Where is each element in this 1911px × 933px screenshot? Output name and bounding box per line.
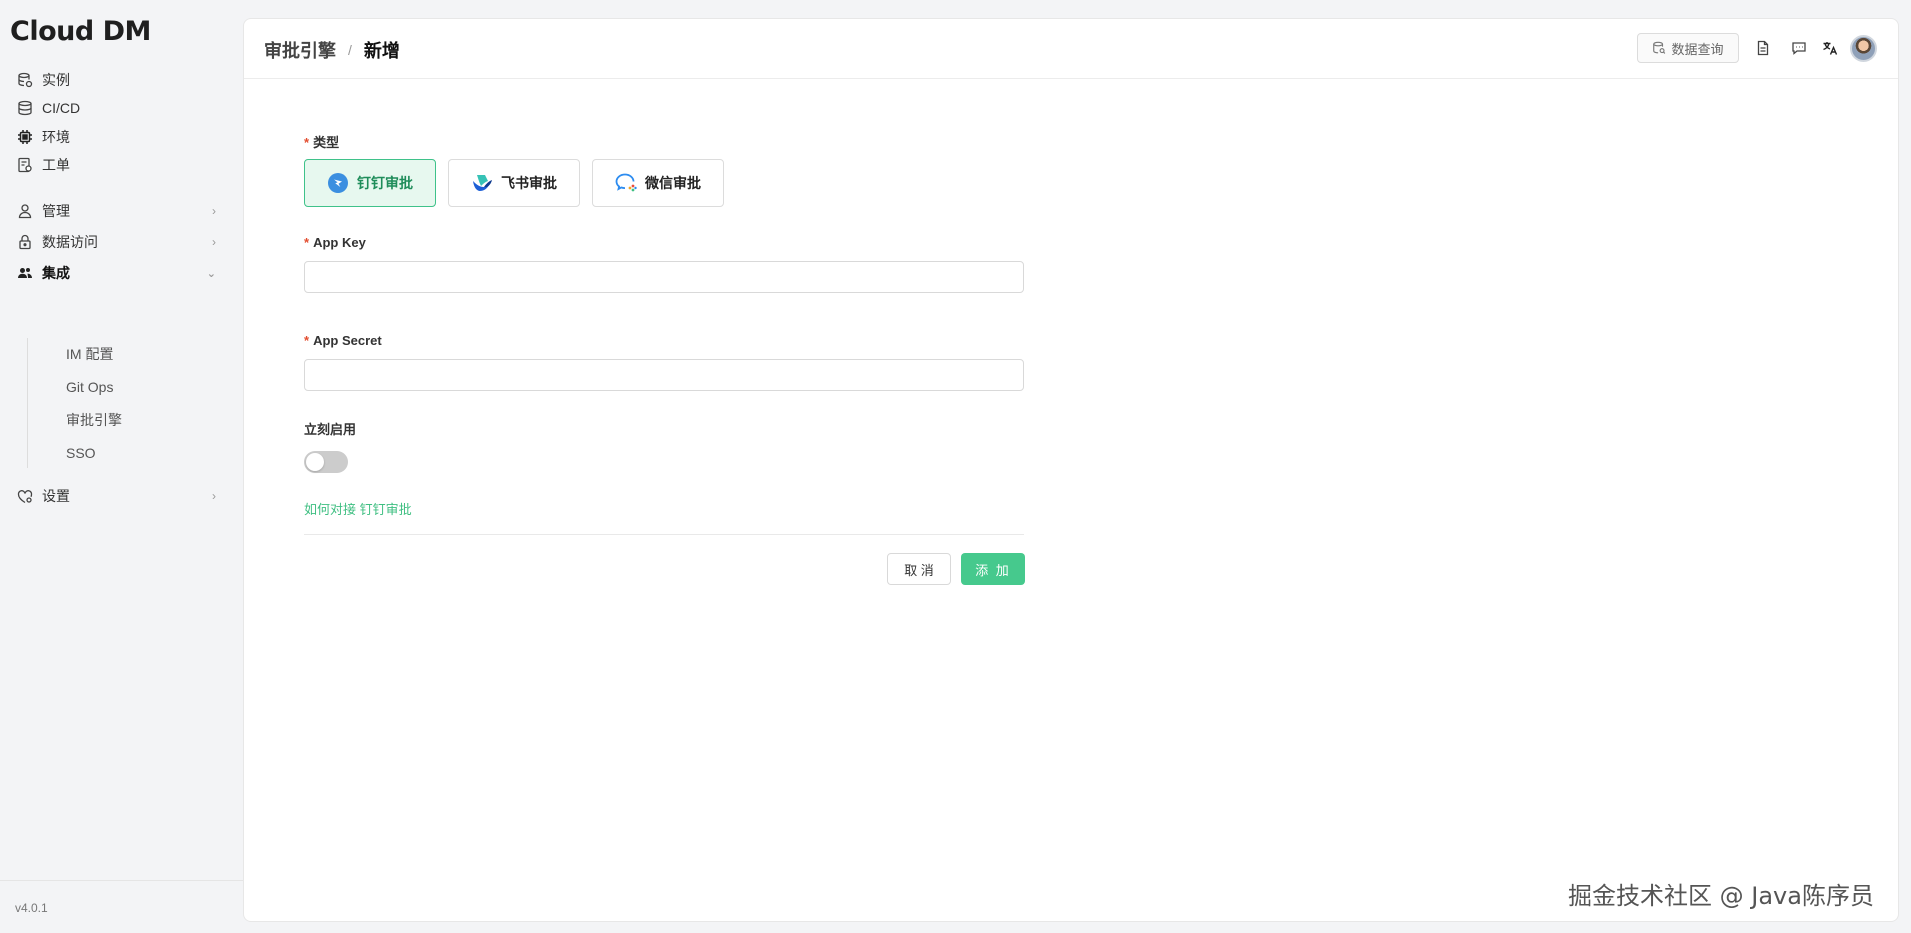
sidebar-item-integration[interactable]: 集成 ⌄: [16, 259, 216, 287]
sidebar-item-label: 数据访问: [42, 234, 98, 250]
type-option-label: 飞书审批: [501, 175, 557, 191]
type-option-feishu[interactable]: 飞书审批: [448, 159, 580, 207]
submenu-item-approval-engine[interactable]: 审批引擎: [66, 409, 122, 431]
cancel-button[interactable]: 取 消: [887, 553, 951, 585]
main-panel: 审批引擎 / 新增 数据查询 * 类型 钉钉审批 飞书审批 微信审批 * App…: [243, 18, 1899, 922]
wechat-work-icon: [615, 172, 637, 194]
sidebar: Cloud DM 实例 CI/CD 环境 工单 管理 › 数据访问 › 集成 ⌄…: [0, 0, 243, 933]
data-query-label: 数据查询: [1671, 41, 1724, 57]
dingtalk-icon: [327, 172, 349, 194]
user-icon: [16, 202, 34, 220]
users-icon: [16, 264, 34, 282]
sidebar-item-cicd[interactable]: CI/CD: [16, 94, 216, 122]
sidebar-item-data-access[interactable]: 数据访问 ›: [16, 228, 216, 256]
type-option-label: 钉钉审批: [357, 175, 413, 191]
sidebar-item-label: CI/CD: [42, 100, 81, 116]
sidebar-item-label: 环境: [42, 129, 70, 145]
sidebar-item-label: 设置: [42, 488, 70, 504]
chevron-right-icon: ›: [212, 235, 216, 249]
database-search-icon: [1653, 41, 1666, 54]
integration-help-link[interactable]: 如何对接 钉钉审批: [304, 499, 412, 518]
user-avatar[interactable]: [1850, 35, 1877, 62]
type-option-wechat[interactable]: 微信审批: [592, 159, 724, 207]
app-secret-label: * App Secret: [304, 333, 382, 348]
breadcrumb-parent[interactable]: 审批引擎: [264, 37, 336, 63]
document-icon[interactable]: [1754, 39, 1772, 57]
data-query-button[interactable]: 数据查询: [1637, 33, 1739, 63]
page-title: 新增: [363, 41, 400, 61]
message-icon[interactable]: [1790, 39, 1808, 57]
feishu-icon: [471, 172, 493, 194]
sidebar-item-label: 工单: [42, 157, 70, 173]
sidebar-divider: [0, 880, 243, 881]
form-divider: [304, 534, 1024, 535]
watermark: 掘金技术社区 @ Java陈序员: [1568, 882, 1874, 910]
sidebar-item-settings[interactable]: 设置 ›: [16, 482, 216, 510]
enable-now-toggle[interactable]: [304, 451, 348, 473]
sidebar-item-label: 管理: [42, 203, 70, 219]
settings-icon: [16, 487, 34, 505]
ticket-icon: [16, 156, 34, 174]
app-logo: Cloud DM: [10, 16, 151, 47]
breadcrumb-separator: /: [348, 42, 352, 58]
sidebar-item-environment[interactable]: 环境: [16, 123, 216, 151]
chip-icon: [16, 128, 34, 146]
integration-submenu: [27, 338, 217, 468]
translate-icon[interactable]: [1821, 39, 1839, 57]
type-option-label: 微信审批: [645, 175, 701, 191]
database-stack-icon: [16, 71, 34, 89]
chevron-down-icon: ⌄: [206, 267, 216, 280]
app-key-input[interactable]: [304, 261, 1024, 293]
sidebar-item-label: 集成: [42, 265, 70, 281]
app-key-label: * App Key: [304, 235, 366, 250]
submenu-item-sso[interactable]: SSO: [66, 442, 96, 464]
add-button[interactable]: 添 加: [961, 553, 1025, 585]
app-secret-input[interactable]: [304, 359, 1024, 391]
sidebar-item-label: 实例: [42, 72, 70, 88]
sidebar-item-management[interactable]: 管理 ›: [16, 197, 216, 225]
type-label: * 类型: [304, 135, 340, 150]
database-icon: [16, 99, 34, 117]
submenu-item-im-config[interactable]: IM 配置: [66, 343, 113, 365]
lock-icon: [16, 233, 34, 251]
enable-now-label: 立刻启用: [304, 422, 357, 437]
version-label: v4.0.1: [15, 901, 48, 915]
breadcrumb: 审批引擎 / 新增: [264, 37, 400, 63]
sidebar-item-instances[interactable]: 实例: [16, 66, 216, 94]
chevron-right-icon: ›: [212, 489, 216, 503]
toggle-knob: [306, 453, 324, 471]
chevron-right-icon: ›: [212, 204, 216, 218]
page-header: 审批引擎 / 新增 数据查询: [244, 19, 1898, 79]
submenu-item-gitops[interactable]: Git Ops: [66, 376, 113, 398]
sidebar-item-tickets[interactable]: 工单: [16, 151, 216, 179]
type-option-dingtalk[interactable]: 钉钉审批: [304, 159, 436, 207]
